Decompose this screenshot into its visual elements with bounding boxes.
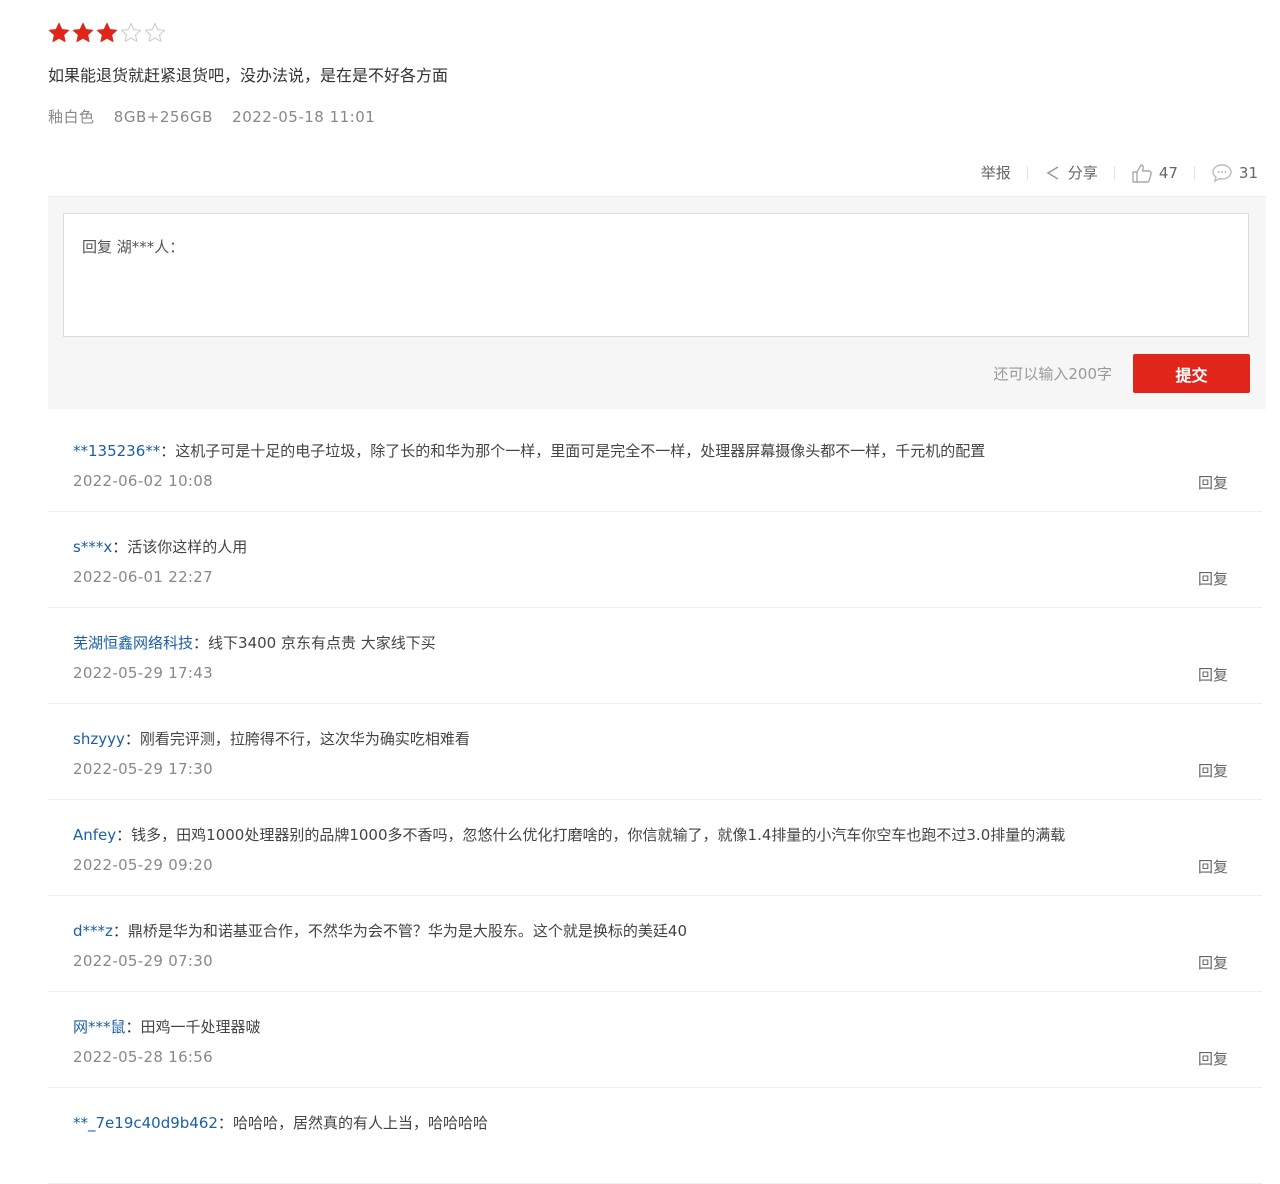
comment-separator: ：	[217, 1114, 233, 1132]
comment-item: shzyyy：刚看完评测，拉胯得不行，这次华为确实吃相难看 2022-05-29 …	[48, 704, 1262, 800]
star-icon	[72, 22, 94, 44]
spec-variant: 8GB+256GB	[113, 108, 213, 126]
comment-separator: ：	[193, 634, 209, 652]
comment-separator: ：	[124, 730, 140, 748]
divider	[1113, 165, 1115, 180]
reply-link[interactable]: 回复	[1198, 760, 1228, 781]
comment-text: 刚看完评测，拉胯得不行，这次华为确实吃相难看	[139, 730, 470, 748]
comment-separator: ：	[160, 442, 176, 460]
star-icon	[144, 22, 166, 44]
divider	[1193, 165, 1195, 180]
comment-username[interactable]: d***z	[73, 922, 113, 940]
comment-line: shzyyy：刚看完评测，拉胯得不行，这次华为确实吃相难看	[73, 728, 470, 749]
reply-link[interactable]: 回复	[1198, 1048, 1228, 1069]
comment-count: 31	[1238, 163, 1258, 182]
rating-stars	[48, 22, 166, 44]
comment-line: d***z：鼎桥是华为和诺基亚合作，不然华为会不管？华为是大股东。这个就是换标的…	[73, 920, 687, 941]
char-counter: 还可以输入200字	[993, 365, 1112, 383]
comment-item: 芜湖恒鑫网络科技：线下3400 京东有点贵 大家线下买 2022-05-29 17…	[48, 608, 1262, 704]
comment-time: 2022-05-29 09:20	[73, 856, 213, 874]
comment-time: 2022-05-29 07:30	[73, 952, 213, 970]
comment-username[interactable]: **_7e19c40d9b462	[73, 1114, 218, 1132]
review-meta: 釉白色 8GB+256GB 2022-05-18 11:01	[48, 106, 389, 127]
share-button[interactable]: 分享	[1044, 162, 1098, 183]
like-button[interactable]: 47	[1131, 163, 1178, 183]
comment-line: **135236**：这机子可是十足的电子垃圾，除了长的和华为那个一样，里面可是…	[73, 440, 985, 461]
comment-item: 网***鼠：田鸡一千处理器啵 2022-05-28 16:56 回复	[48, 992, 1262, 1088]
comment-username[interactable]: 芜湖恒鑫网络科技	[73, 634, 193, 652]
reply-link[interactable]: 回复	[1198, 856, 1228, 877]
report-button[interactable]: 举报	[981, 162, 1011, 183]
comment-item: **_7e19c40d9b462：哈哈哈，居然真的有人上当，哈哈哈哈	[48, 1088, 1262, 1184]
star-icon	[96, 22, 118, 44]
comment-text: 这机子可是十足的电子垃圾，除了长的和华为那个一样，里面可是完全不一样，处理器屏幕…	[175, 442, 986, 460]
reply-link[interactable]: 回复	[1198, 664, 1228, 685]
comment-text: 线下3400 京东有点贵 大家线下买	[208, 634, 436, 652]
comment-text: 钱多，田鸡1000处理器别的品牌1000多不香吗，忽悠什么优化打磨啥的，你信就输…	[131, 826, 1066, 844]
comment-line: s***x：活该你这样的人用	[73, 536, 247, 557]
divider	[1026, 165, 1028, 180]
star-icon	[120, 22, 142, 44]
comment-line: Anfey：钱多，田鸡1000处理器别的品牌1000多不香吗，忽悠什么优化打磨啥…	[73, 824, 1065, 845]
comment-item: d***z：鼎桥是华为和诺基亚合作，不然华为会不管？华为是大股东。这个就是换标的…	[48, 896, 1262, 992]
comment-text: 活该你这样的人用	[127, 538, 248, 556]
comment-text: 田鸡一千处理器啵	[140, 1018, 261, 1036]
comment-time: 2022-06-01 22:27	[73, 568, 213, 586]
comment-line: **_7e19c40d9b462：哈哈哈，居然真的有人上当，哈哈哈哈	[73, 1112, 488, 1133]
comment-time: 2022-06-02 10:08	[73, 472, 213, 490]
reply-link[interactable]: 回复	[1198, 952, 1228, 973]
comment-separator: ：	[112, 538, 128, 556]
comment-separator: ：	[112, 922, 128, 940]
comment-username[interactable]: Anfey	[73, 826, 116, 844]
submit-button[interactable]: 提交	[1133, 354, 1250, 393]
comment-separator: ：	[116, 826, 132, 844]
reply-link[interactable]: 回复	[1198, 568, 1228, 589]
comment-line: 网***鼠：田鸡一千处理器啵	[73, 1016, 261, 1037]
share-label: 分享	[1067, 164, 1098, 182]
comment-text: 哈哈哈，居然真的有人上当，哈哈哈哈	[232, 1114, 488, 1132]
share-icon	[1044, 164, 1062, 182]
comment-username[interactable]: shzyyy	[73, 730, 125, 748]
review-text: 如果能退货就赶紧退货吧，没办法说，是在是不好各方面	[48, 66, 449, 85]
comment-username[interactable]: s***x	[73, 538, 112, 556]
comment-text: 鼎桥是华为和诺基亚合作，不然华为会不管？华为是大股东。这个就是换标的美廷40	[127, 922, 688, 940]
color-variant: 釉白色	[48, 108, 95, 126]
comment-username[interactable]: 网***鼠	[73, 1018, 126, 1036]
reply-input[interactable]: 回复 湖***人：	[63, 213, 1249, 337]
comment-item: Anfey：钱多，田鸡1000处理器别的品牌1000多不香吗，忽悠什么优化打磨啥…	[48, 800, 1262, 896]
comment-list: **135236**：这机子可是十足的电子垃圾，除了长的和华为那个一样，里面可是…	[48, 416, 1262, 1184]
thumbs-up-icon	[1131, 163, 1153, 183]
comment-bubble-icon	[1211, 163, 1233, 183]
comment-line: 芜湖恒鑫网络科技：线下3400 京东有点贵 大家线下买	[73, 632, 436, 653]
comment-time: 2022-05-29 17:30	[73, 760, 213, 778]
review-datetime: 2022-05-18 11:01	[232, 108, 376, 126]
review-actions: 举报 分享 47 31	[981, 162, 1258, 183]
reply-link[interactable]: 回复	[1198, 472, 1228, 493]
comment-username[interactable]: **135236**	[73, 442, 160, 460]
like-count: 47	[1158, 163, 1178, 182]
comment-time: 2022-05-29 17:43	[73, 664, 213, 682]
reply-panel: 回复 湖***人： 还可以输入200字 提交	[48, 196, 1266, 409]
report-label: 举报	[980, 164, 1011, 182]
comment-button[interactable]: 31	[1211, 163, 1258, 183]
comment-item: **135236**：这机子可是十足的电子垃圾，除了长的和华为那个一样，里面可是…	[48, 416, 1262, 512]
comment-separator: ：	[125, 1018, 141, 1036]
comment-time: 2022-05-28 16:56	[73, 1048, 213, 1066]
star-icon	[48, 22, 70, 44]
comment-item: s***x：活该你这样的人用 2022-06-01 22:27 回复	[48, 512, 1262, 608]
